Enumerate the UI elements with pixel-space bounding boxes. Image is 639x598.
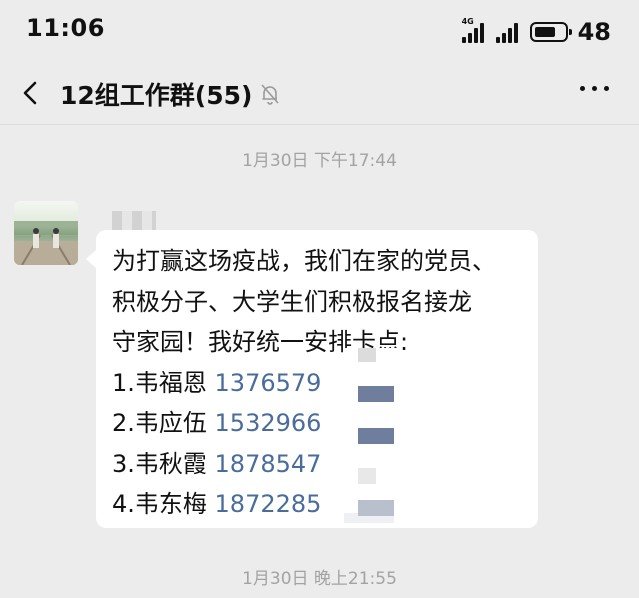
sender-name-redacted <box>112 211 156 231</box>
chat-title: 12组工作群(55) <box>60 81 253 110</box>
volunteer-name: 3.韦秋霞 <box>112 450 215 478</box>
back-arrow-icon[interactable] <box>18 80 44 106</box>
status-icons: 4G 48 <box>461 16 611 48</box>
more-options-icon[interactable] <box>580 86 609 91</box>
redaction-mosaic <box>344 348 402 528</box>
volunteer-name: 2.韦应伍 <box>112 409 215 437</box>
avatar-photo-icon <box>14 221 78 265</box>
volunteer-entry: 4.韦东梅 1872285 <box>112 488 321 520</box>
cellular-signal-icon <box>495 21 518 43</box>
phone-number-link[interactable]: 1532966 <box>215 409 322 437</box>
volunteer-name: 1.韦福恩 <box>112 369 215 397</box>
message-line: 积极分子、大学生们积极报名接龙 <box>112 288 472 316</box>
battery-icon <box>529 22 572 42</box>
volunteer-name: 4.韦东梅 <box>112 490 215 518</box>
volunteer-entry: 1.韦福恩 1376579 <box>112 367 321 399</box>
sender-avatar[interactable] <box>14 201 78 265</box>
status-time: 11:06 <box>26 14 105 42</box>
volunteer-entry: 3.韦秋霞 1878547 <box>112 448 321 480</box>
message-line: 为打赢这场疫战，我们在家的党员、 <box>112 247 496 275</box>
phone-number-link[interactable]: 1376579 <box>215 369 322 397</box>
network-type-label: 4G <box>461 17 474 26</box>
battery-level: 48 <box>577 18 611 46</box>
volunteer-entry: 2.韦应伍 1532966 <box>112 407 321 439</box>
status-bar: 11:06 4G 48 <box>0 0 639 62</box>
chat-header: 12组工作群(55) <box>0 62 639 125</box>
phone-number-link[interactable]: 1872285 <box>215 490 322 518</box>
message-bubble[interactable]: 为打赢这场疫战，我们在家的党员、 积极分子、大学生们积极报名接龙 守家园！我好统… <box>86 230 538 528</box>
message-timestamp: 1月30日 晚上21:55 <box>242 569 397 589</box>
mobile-signal-4g-icon: 4G <box>461 17 484 43</box>
phone-number-link[interactable]: 1878547 <box>215 450 322 478</box>
mute-bell-icon <box>261 84 279 105</box>
message-timestamp: 1月30日 下午17:44 <box>242 151 397 171</box>
